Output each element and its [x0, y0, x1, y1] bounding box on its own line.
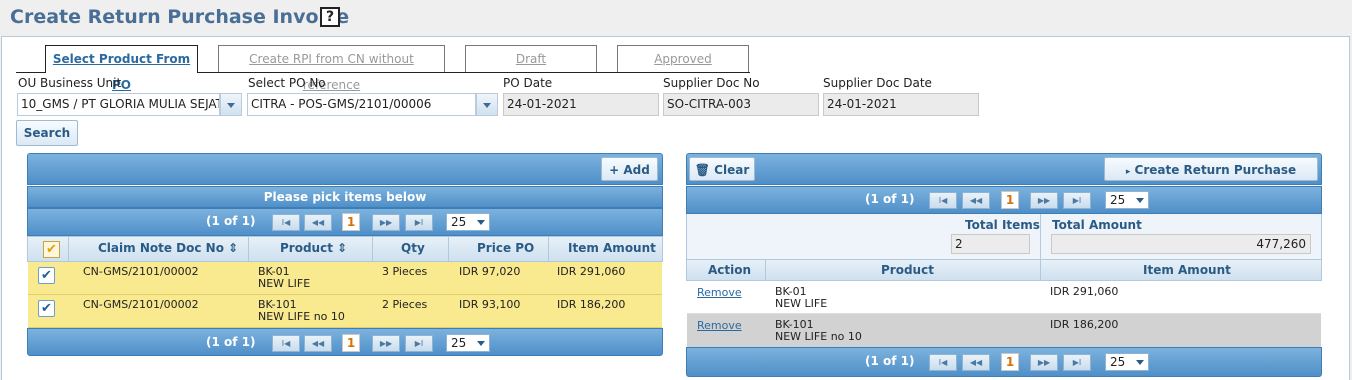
total-items-field: 2 [951, 234, 1030, 254]
left-pager-text: (1 of 1) [206, 214, 256, 228]
right-current-page[interactable]: 1 [1001, 191, 1019, 209]
clear-button[interactable]: 🗑 Clear [689, 157, 755, 181]
col-divider [1040, 259, 1041, 281]
po-date-field: 24-01-2021 [503, 93, 659, 116]
col-divider [372, 236, 373, 262]
left-page-size-select[interactable]: 25 [446, 334, 490, 352]
po-date-label: PO Date [503, 76, 553, 90]
po-no-select[interactable]: CITRA - POS-GMS/2101/00006 [247, 93, 476, 116]
right-next-page-icon[interactable]: ▶▶ [1030, 354, 1058, 371]
right-last-page-icon[interactable]: ▶I [1063, 192, 1091, 209]
total-items-label: Total Items [965, 218, 1040, 232]
right-next-page-icon[interactable]: ▶▶ [1030, 192, 1058, 209]
left-prev-page-icon[interactable]: ◀◀ [304, 335, 332, 352]
row-amount: IDR 291,060 [1050, 285, 1119, 298]
right-pager-text: (1 of 1) [865, 192, 915, 206]
left-next-page-icon[interactable]: ▶▶ [372, 214, 400, 231]
col-product: Product [881, 263, 934, 277]
col-qty: Qty [401, 241, 425, 255]
row-amount: IDR 186,200 [557, 298, 626, 311]
right-page-size-select[interactable]: 25 [1105, 191, 1149, 209]
row-checkbox[interactable]: ✔ [38, 300, 55, 317]
left-first-page-icon[interactable]: I◀ [272, 214, 300, 231]
col-claim-note[interactable]: Claim Note Doc No ⇕ [98, 241, 238, 255]
left-pager-text: (1 of 1) [206, 335, 256, 349]
col-divider [765, 259, 766, 281]
col-action: Action [708, 263, 752, 277]
row-price: IDR 97,020 [459, 265, 521, 278]
add-button[interactable]: + Add [601, 157, 658, 181]
col-price-po: Price PO [477, 241, 535, 255]
remove-link[interactable]: Remove [697, 319, 742, 332]
col-divider [548, 236, 549, 262]
create-rpi-button[interactable]: ▸ Create Return Purchase Invoice [1104, 157, 1318, 203]
row-product-name: NEW LIFE no 10 [775, 330, 862, 343]
col-divider [1040, 214, 1041, 259]
select-all-checkbox[interactable]: ✔ [43, 241, 60, 258]
left-caption: Please pick items below [263, 190, 427, 204]
supplier-doc-label: Supplier Doc No [663, 76, 760, 90]
total-amount-field: 477,260 [1051, 234, 1311, 254]
row-price: IDR 93,100 [459, 298, 521, 311]
supplier-date-field: 24-01-2021 [823, 93, 979, 116]
right-page-size-select[interactable]: 25 [1105, 353, 1149, 371]
col-item-amount: Item Amount [568, 241, 656, 255]
row-qty: 2 Pieces [382, 298, 428, 311]
right-current-page[interactable]: 1 [1001, 353, 1019, 371]
left-first-page-icon[interactable]: I◀ [272, 335, 300, 352]
supplier-date-label: Supplier Doc Date [823, 76, 932, 90]
tab-create-rpi-from-cn[interactable]: Create RPI from CN without reference [218, 45, 445, 92]
total-amount-label: Total Amount [1052, 218, 1142, 232]
left-toolbar [27, 153, 663, 185]
col-product[interactable]: Product ⇕ [280, 241, 347, 255]
left-current-page[interactable]: 1 [342, 213, 360, 231]
remove-link[interactable]: Remove [697, 286, 742, 299]
col-divider [68, 236, 69, 262]
col-item-amount: Item Amount [1143, 263, 1231, 277]
row-amount: IDR 186,200 [1050, 318, 1119, 331]
row-doc: CN-GMS/2101/00002 [83, 298, 199, 311]
right-prev-page-icon[interactable]: ◀◀ [962, 192, 990, 209]
row-product-name: NEW LIFE [775, 297, 828, 310]
right-pager-text: (1 of 1) [865, 354, 915, 368]
right-last-page-icon[interactable]: ▶I [1063, 354, 1091, 371]
triangle-right-icon: ▸ [1125, 167, 1131, 177]
col-divider [248, 236, 249, 262]
help-icon[interactable]: ? [320, 7, 340, 27]
clear-label: Clear [714, 163, 750, 177]
trash-icon: 🗑 [694, 163, 710, 177]
page-title: Create Return Purchase Invoice [10, 6, 350, 28]
left-current-page[interactable]: 1 [342, 334, 360, 352]
row-checkbox[interactable]: ✔ [38, 267, 55, 284]
left-last-page-icon[interactable]: ▶I [405, 335, 433, 352]
po-label: Select PO No [248, 76, 326, 90]
ou-dropdown-chevron-icon[interactable] [220, 93, 242, 116]
row-product-name: NEW LIFE no 10 [258, 310, 345, 323]
row-qty: 3 Pieces [382, 265, 428, 278]
supplier-doc-field: SO-CITRA-003 [663, 93, 819, 116]
left-prev-page-icon[interactable]: ◀◀ [304, 214, 332, 231]
tab-select-product-from-po[interactable]: Select Product From PO [45, 45, 198, 92]
left-last-page-icon[interactable]: ▶I [405, 214, 433, 231]
row-doc: CN-GMS/2101/00002 [83, 265, 199, 278]
right-first-page-icon[interactable]: I◀ [929, 192, 957, 209]
row-product-name: NEW LIFE [258, 277, 311, 290]
left-caption-bar: Please pick items below [27, 186, 663, 208]
row-amount: IDR 291,060 [557, 265, 626, 278]
ou-label: OU Business Unit [18, 76, 122, 90]
ou-business-unit-select[interactable]: 10_GMS / PT GLORIA MULIA SEJATI [17, 93, 220, 116]
search-button[interactable]: Search [16, 120, 78, 146]
right-first-page-icon[interactable]: I◀ [929, 354, 957, 371]
left-next-page-icon[interactable]: ▶▶ [372, 335, 400, 352]
po-dropdown-chevron-icon[interactable] [476, 93, 498, 116]
tab-approved[interactable]: Approved [617, 45, 749, 72]
right-prev-page-icon[interactable]: ◀◀ [962, 354, 990, 371]
col-divider [448, 236, 449, 262]
tab-draft[interactable]: Draft [465, 45, 597, 72]
left-page-size-select[interactable]: 25 [446, 213, 490, 231]
